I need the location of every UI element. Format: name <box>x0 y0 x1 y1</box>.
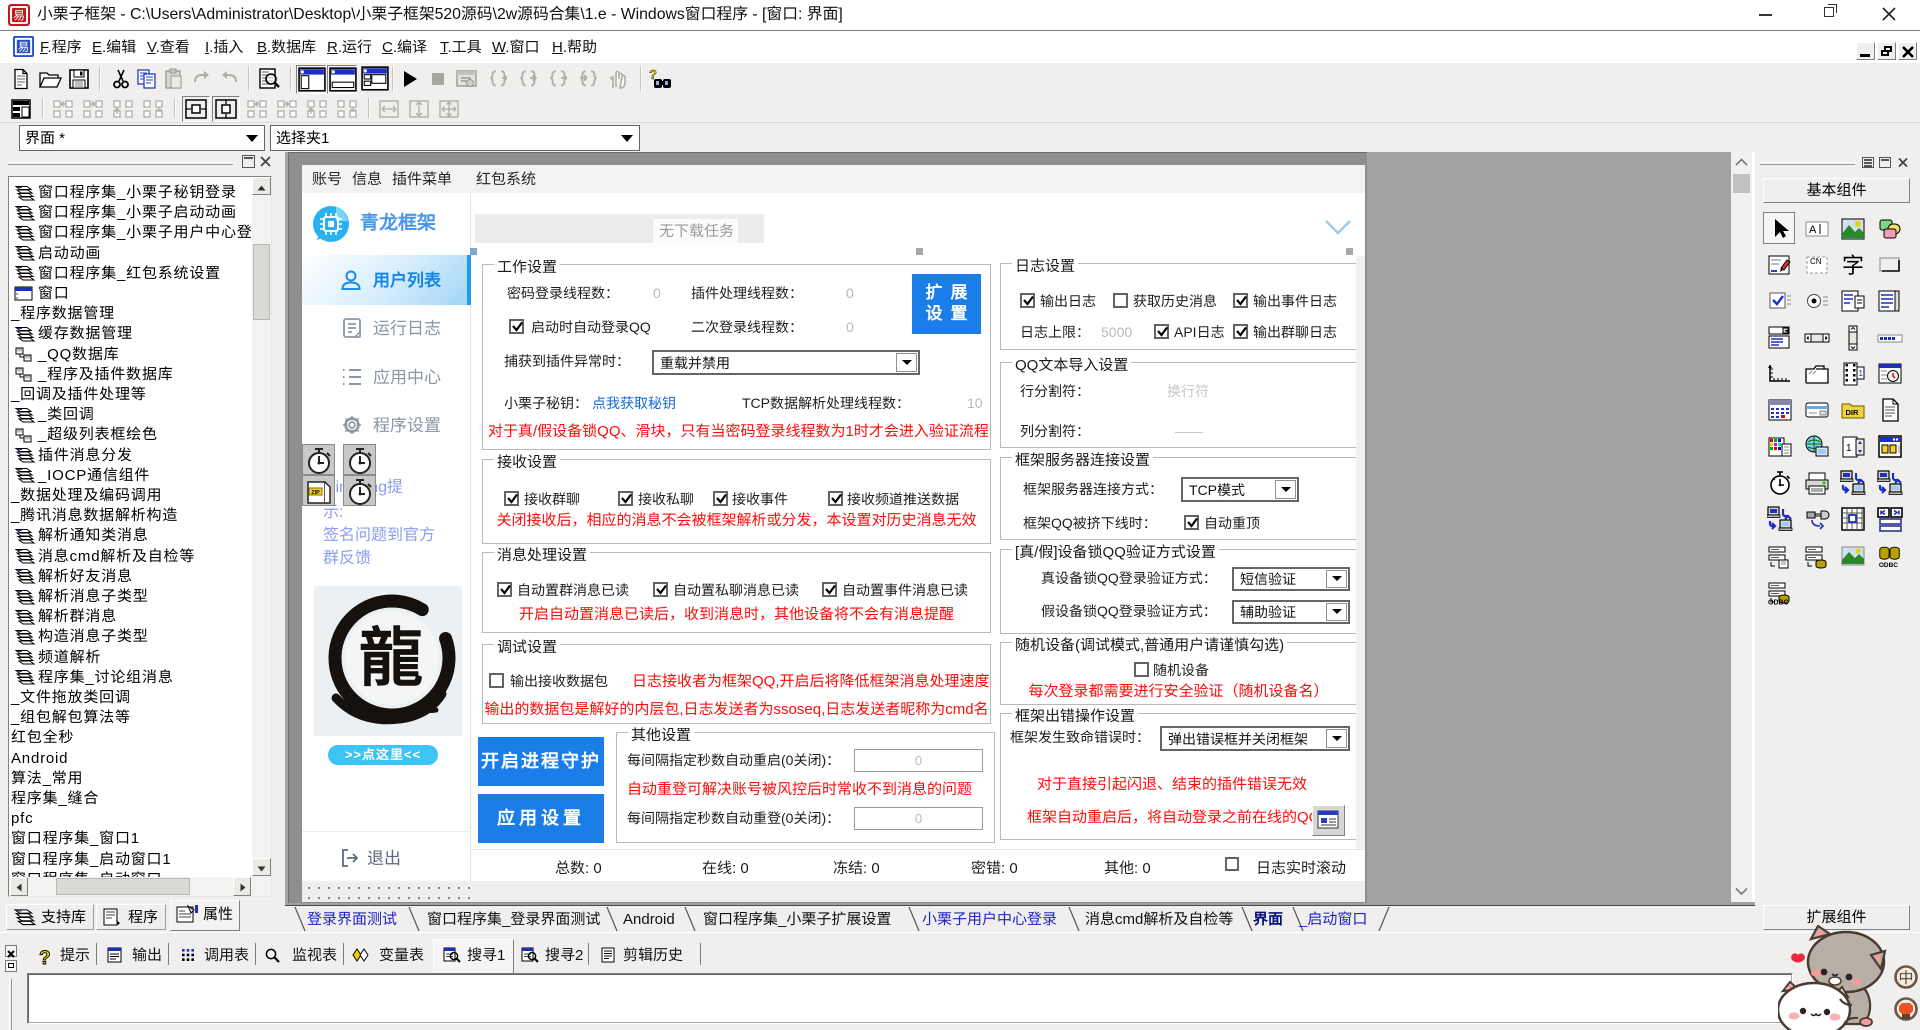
svg-text:ODBC: ODBC <box>1879 562 1898 569</box>
svg-text:龍: 龍 <box>359 607 423 699</box>
svg-text:ODBC: ODBC <box>1768 600 1789 606</box>
svg-text:易: 易 <box>13 7 25 24</box>
svg-text:易: 易 <box>18 39 29 55</box>
svg-text:CN: CN <box>1810 257 1822 266</box>
svg-text:中: 中 <box>1898 967 1913 988</box>
svg-text:1: 1 <box>1846 443 1852 454</box>
svg-text:A: A <box>1809 224 1817 236</box>
svg-text:DIR: DIR <box>1846 408 1860 417</box>
svg-text:?: ? <box>39 948 51 967</box>
svg-text:ZIP: ZIP <box>311 490 320 496</box>
svg-text:字: 字 <box>1842 252 1864 278</box>
svg-text:1: 1 <box>1859 369 1864 378</box>
